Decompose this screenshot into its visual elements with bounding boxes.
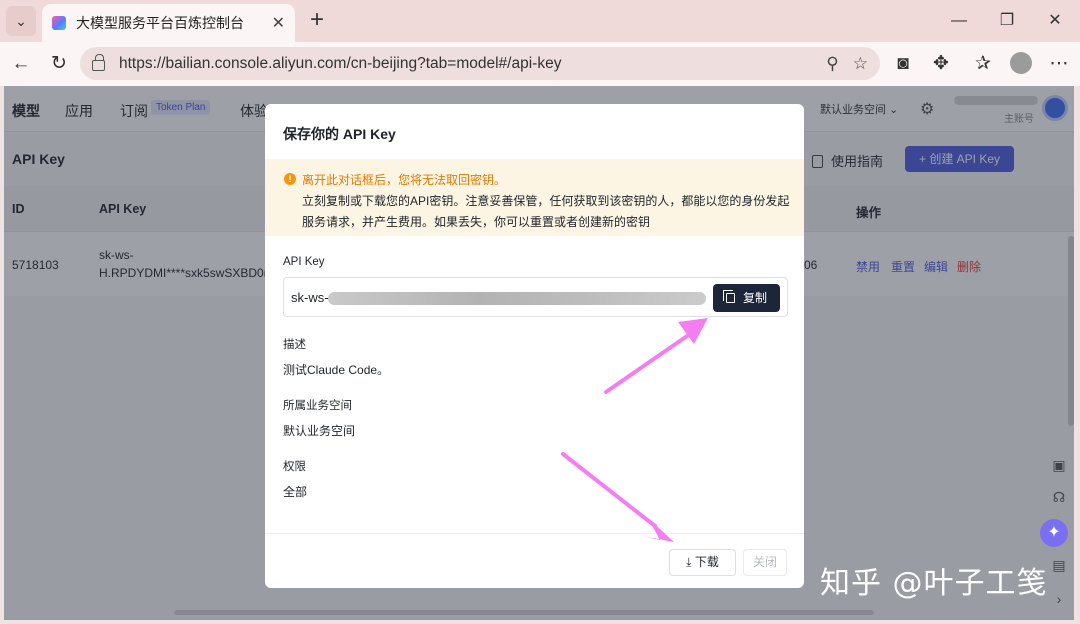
- favicon-icon: [52, 16, 66, 30]
- tab-title: 大模型服务平台百炼控制台: [76, 15, 244, 31]
- star-icon[interactable]: ☆: [853, 54, 868, 74]
- api-key-prefix: sk-ws-: [291, 290, 329, 305]
- download-label: 下载: [694, 555, 719, 569]
- copy-label: 复制: [742, 291, 767, 305]
- maximize-icon[interactable]: ❐: [992, 8, 1022, 34]
- api-key-label: API Key: [283, 256, 325, 268]
- url-text[interactable]: https://bailian.console.aliyun.com/cn-be…: [119, 55, 812, 73]
- extensions-icon[interactable]: ✥: [928, 51, 954, 77]
- watermark: 知乎 @叶子工笺: [820, 566, 1048, 601]
- plus-icon[interactable]: +: [304, 8, 330, 34]
- workspace-field-value: 默认业务空间: [283, 424, 356, 438]
- close-button[interactable]: 关闭: [743, 549, 787, 576]
- close-window-icon[interactable]: ✕: [1040, 8, 1070, 34]
- api-key-masked-value: [328, 292, 706, 305]
- more-icon[interactable]: ⋯: [1046, 51, 1072, 77]
- save-api-key-dialog: 保存你的 API Key ! 离开此对话框后，您将无法取回密钥。 立刻复制或下载…: [265, 104, 804, 588]
- download-button[interactable]: ⤓ 下载: [669, 549, 736, 576]
- description-value: 测试Claude Code。: [283, 363, 390, 377]
- warning-icon: !: [284, 173, 296, 185]
- tab-list-icon[interactable]: ⌄: [6, 6, 36, 36]
- zoom-icon[interactable]: ⚲: [826, 54, 838, 74]
- address-bar: ← ↻ https://bailian.console.aliyun.com/c…: [0, 42, 1080, 86]
- favorites-icon[interactable]: ✰: [970, 51, 996, 77]
- profile-icon[interactable]: [1010, 52, 1032, 74]
- download-icon: ⤓: [686, 555, 692, 569]
- copy-button[interactable]: 复制: [713, 284, 780, 312]
- minimize-icon[interactable]: —: [944, 8, 974, 34]
- copy-icon: [722, 290, 735, 303]
- workspace-field-label: 所属业务空间: [283, 400, 352, 412]
- permission-label: 权限: [283, 461, 306, 473]
- description-label: 描述: [283, 339, 306, 351]
- warning-banner: ! 离开此对话框后，您将无法取回密钥。 立刻复制或下载您的API密钥。注意妥善保…: [265, 159, 804, 236]
- back-icon[interactable]: ←: [8, 51, 34, 77]
- ai-assistant-icon[interactable]: ✦: [1040, 519, 1068, 547]
- dialog-title: 保存你的 API Key: [283, 126, 396, 142]
- lock-icon: [92, 54, 105, 71]
- dialog-footer: ⤓ 下载 关闭: [265, 533, 804, 588]
- refresh-icon[interactable]: ↻: [46, 51, 72, 77]
- browser-tabbar: ⌄ 大模型服务平台百炼控制台 ✕ + — ❐ ✕: [0, 0, 1080, 42]
- api-key-field[interactable]: sk-ws- 复制: [283, 277, 788, 317]
- browser-tab[interactable]: 大模型服务平台百炼控制台 ✕: [42, 4, 295, 42]
- close-icon[interactable]: ✕: [272, 13, 285, 33]
- warning-body: 立刻复制或下载您的API密钥。注意妥善保管，任何获取到该密钥的人，都能以您的身份…: [302, 194, 790, 229]
- camera-icon[interactable]: ◙: [890, 51, 916, 77]
- url-input[interactable]: https://bailian.console.aliyun.com/cn-be…: [80, 47, 880, 80]
- permission-value: 全部: [283, 485, 308, 499]
- warning-title: 离开此对话框后，您将无法取回密钥。: [302, 173, 507, 187]
